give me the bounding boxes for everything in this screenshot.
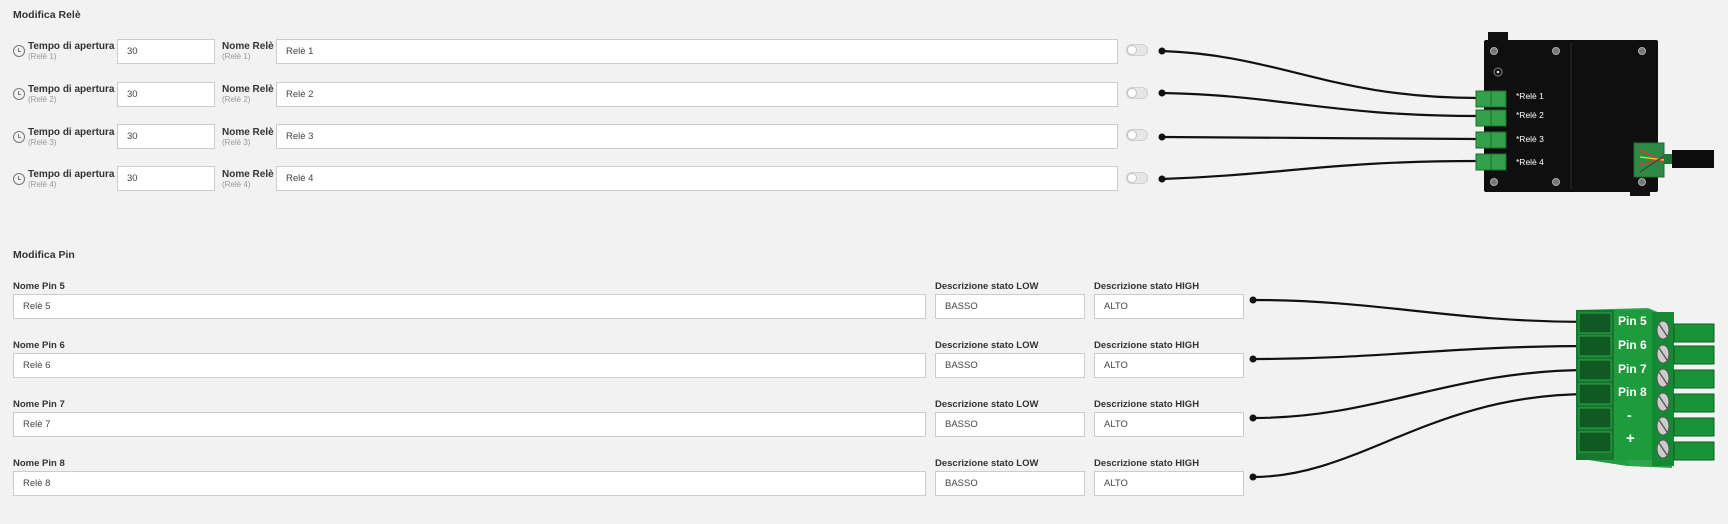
relay-4-wire bbox=[1161, 159, 1479, 181]
terminal-plus-label: + bbox=[1626, 430, 1635, 447]
pin-5-wire bbox=[1252, 298, 1591, 324]
relay-wires bbox=[1161, 49, 1479, 181]
pin-wires bbox=[1252, 298, 1591, 479]
relay-3-wire bbox=[1161, 135, 1479, 141]
relay-wire-ends bbox=[1158, 47, 1166, 183]
terminal-pin-8-label: Pin 8 bbox=[1618, 385, 1647, 399]
terminal-minus-label: - bbox=[1627, 407, 1632, 423]
board-relay-1-label: *Relè 1 bbox=[1516, 91, 1544, 101]
terminal-pin-6-label: Pin 6 bbox=[1618, 338, 1647, 352]
terminal-pin-5-label: Pin 5 bbox=[1618, 314, 1647, 328]
wiring-diagram bbox=[1158, 32, 1715, 481]
board-relay-2-label: *Relè 2 bbox=[1516, 110, 1544, 120]
pin-8-wire bbox=[1252, 392, 1591, 479]
relay-1-wire bbox=[1161, 49, 1479, 100]
pin-wire-ends bbox=[1249, 296, 1257, 481]
board-relay-3-label: *Relè 3 bbox=[1516, 134, 1544, 144]
relay-board-image bbox=[1475, 32, 1714, 196]
pin-6-wire bbox=[1252, 344, 1591, 361]
board-relay-4-label: *Relè 4 bbox=[1516, 157, 1544, 167]
pin-7-wire bbox=[1252, 368, 1591, 420]
terminal-pin-7-label: Pin 7 bbox=[1618, 362, 1647, 376]
